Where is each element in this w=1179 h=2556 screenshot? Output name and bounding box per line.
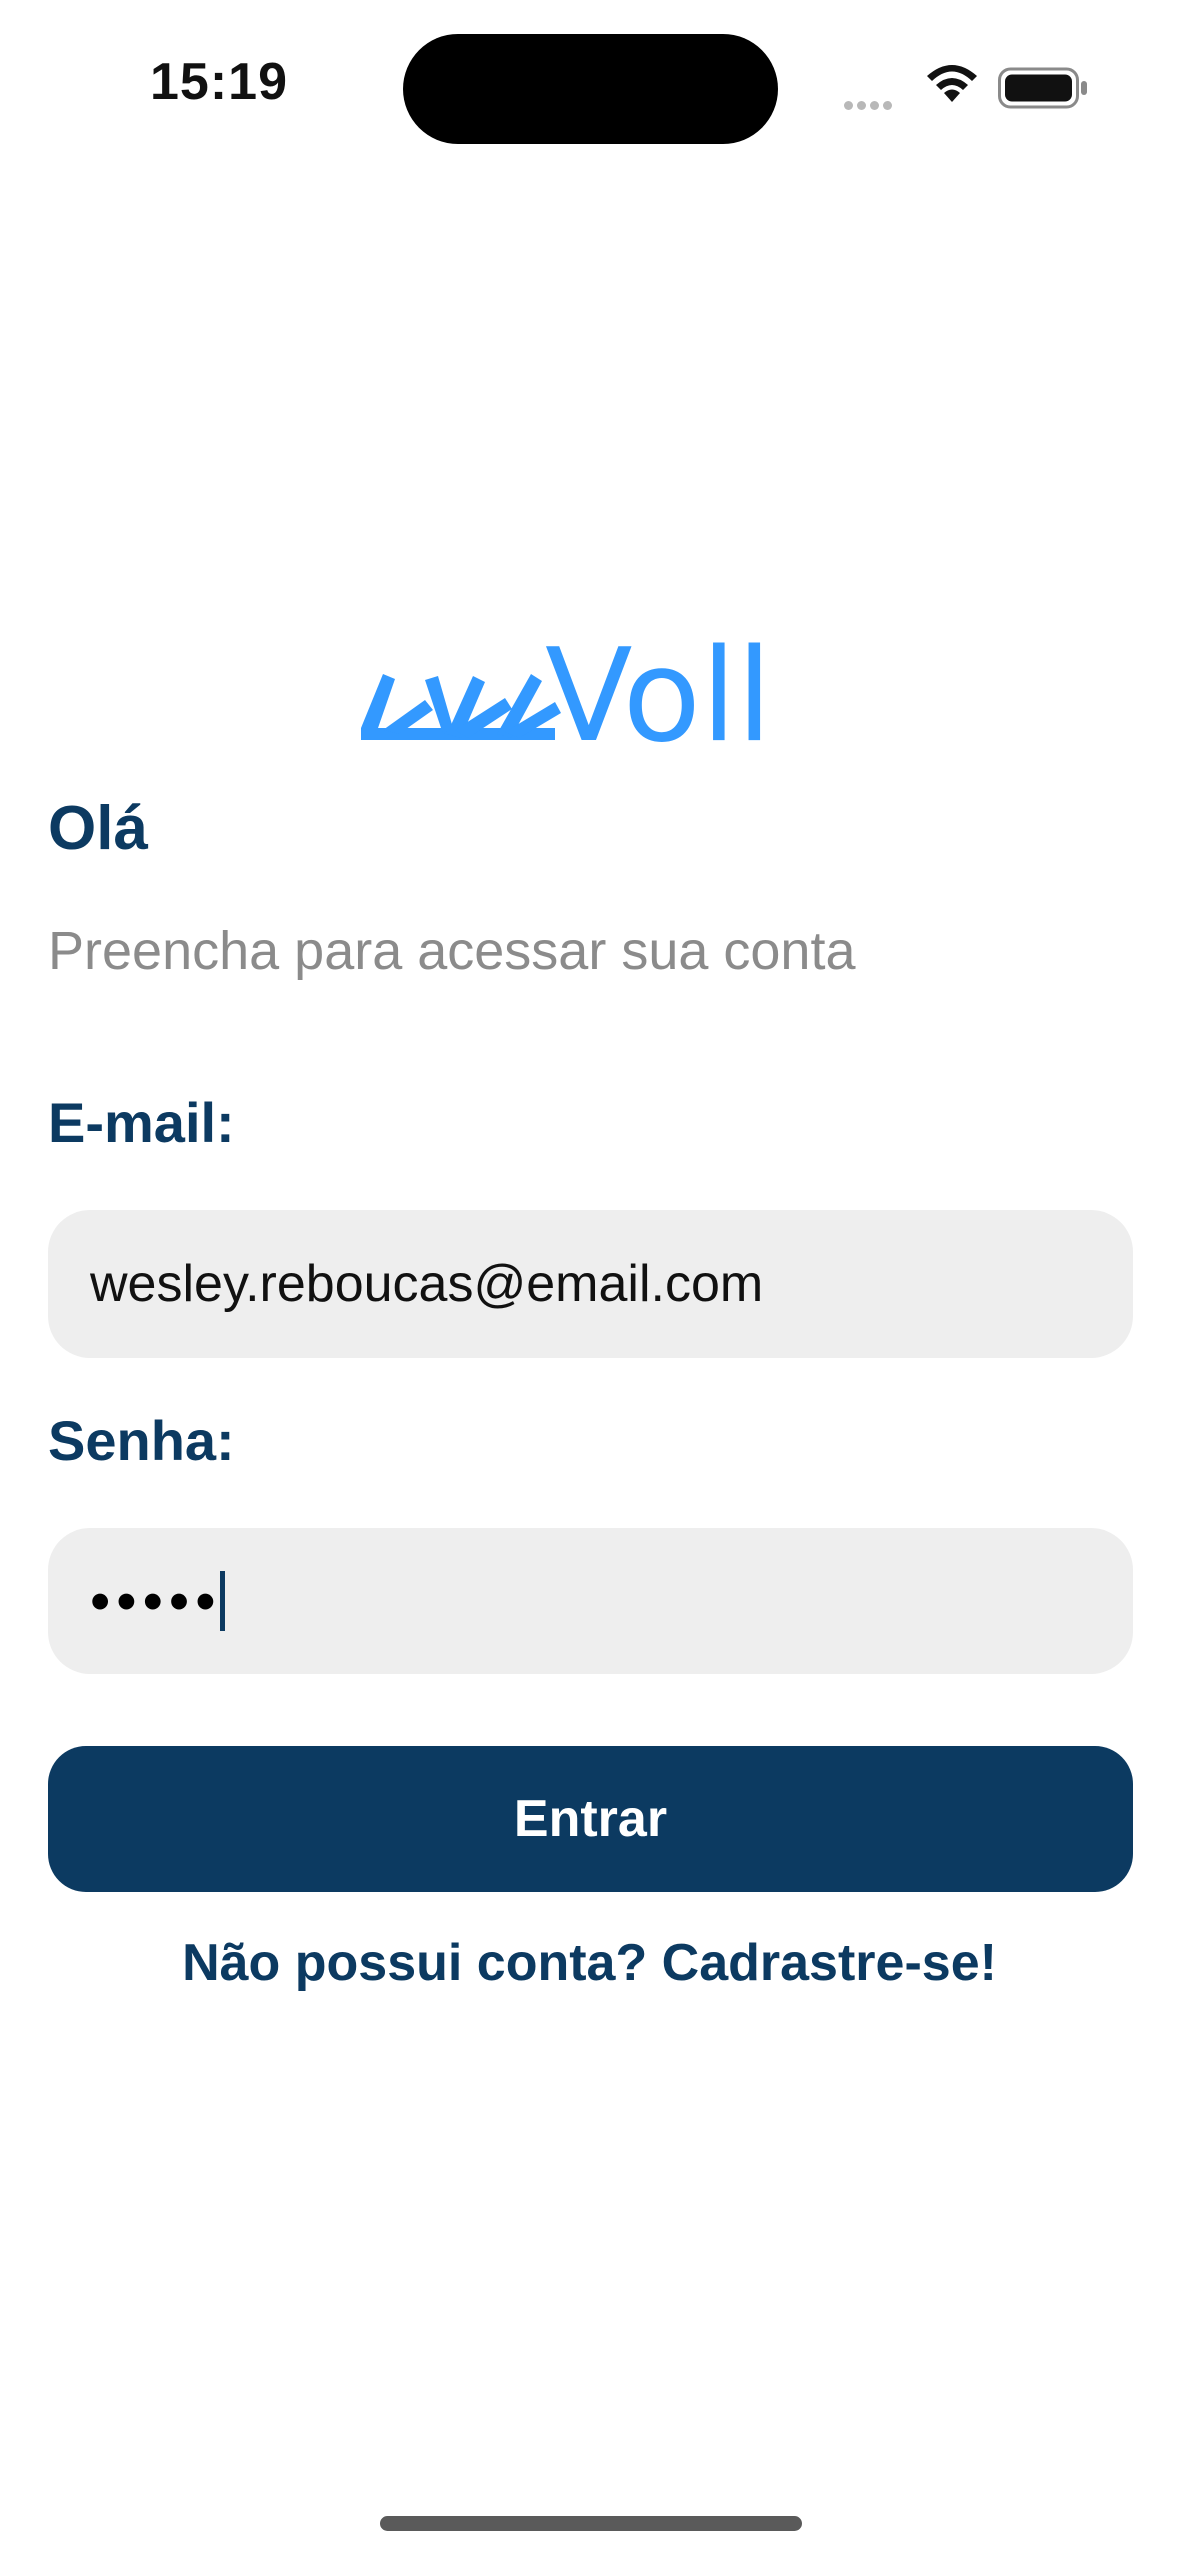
- email-field-container[interactable]: [48, 1210, 1133, 1358]
- login-subtitle: Preencha para acessar sua conta: [48, 921, 856, 981]
- text-caret: [219, 1571, 225, 1631]
- email-input[interactable]: [90, 1254, 1050, 1314]
- status-icons: [840, 60, 1090, 115]
- dynamic-island: [403, 34, 778, 144]
- greeting-title: Olá: [48, 794, 148, 863]
- status-time: 15:19: [150, 53, 288, 111]
- voll-logo: Voll: [361, 630, 772, 750]
- wifi-icon: [927, 65, 977, 102]
- password-input[interactable]: •••••: [90, 1568, 222, 1635]
- battery-icon: [998, 67, 1087, 109]
- login-button[interactable]: Entrar: [48, 1746, 1133, 1892]
- password-field-container[interactable]: •••••: [48, 1528, 1133, 1674]
- home-indicator[interactable]: [380, 2516, 802, 2531]
- password-label: Senha:: [48, 1409, 235, 1472]
- logo-wordmark: Voll: [545, 630, 772, 750]
- cellular-signal-icon: [844, 97, 896, 115]
- signup-link[interactable]: Não possui conta? Cadrastre-se!: [0, 1933, 1179, 1993]
- email-label: E-mail:: [48, 1091, 235, 1154]
